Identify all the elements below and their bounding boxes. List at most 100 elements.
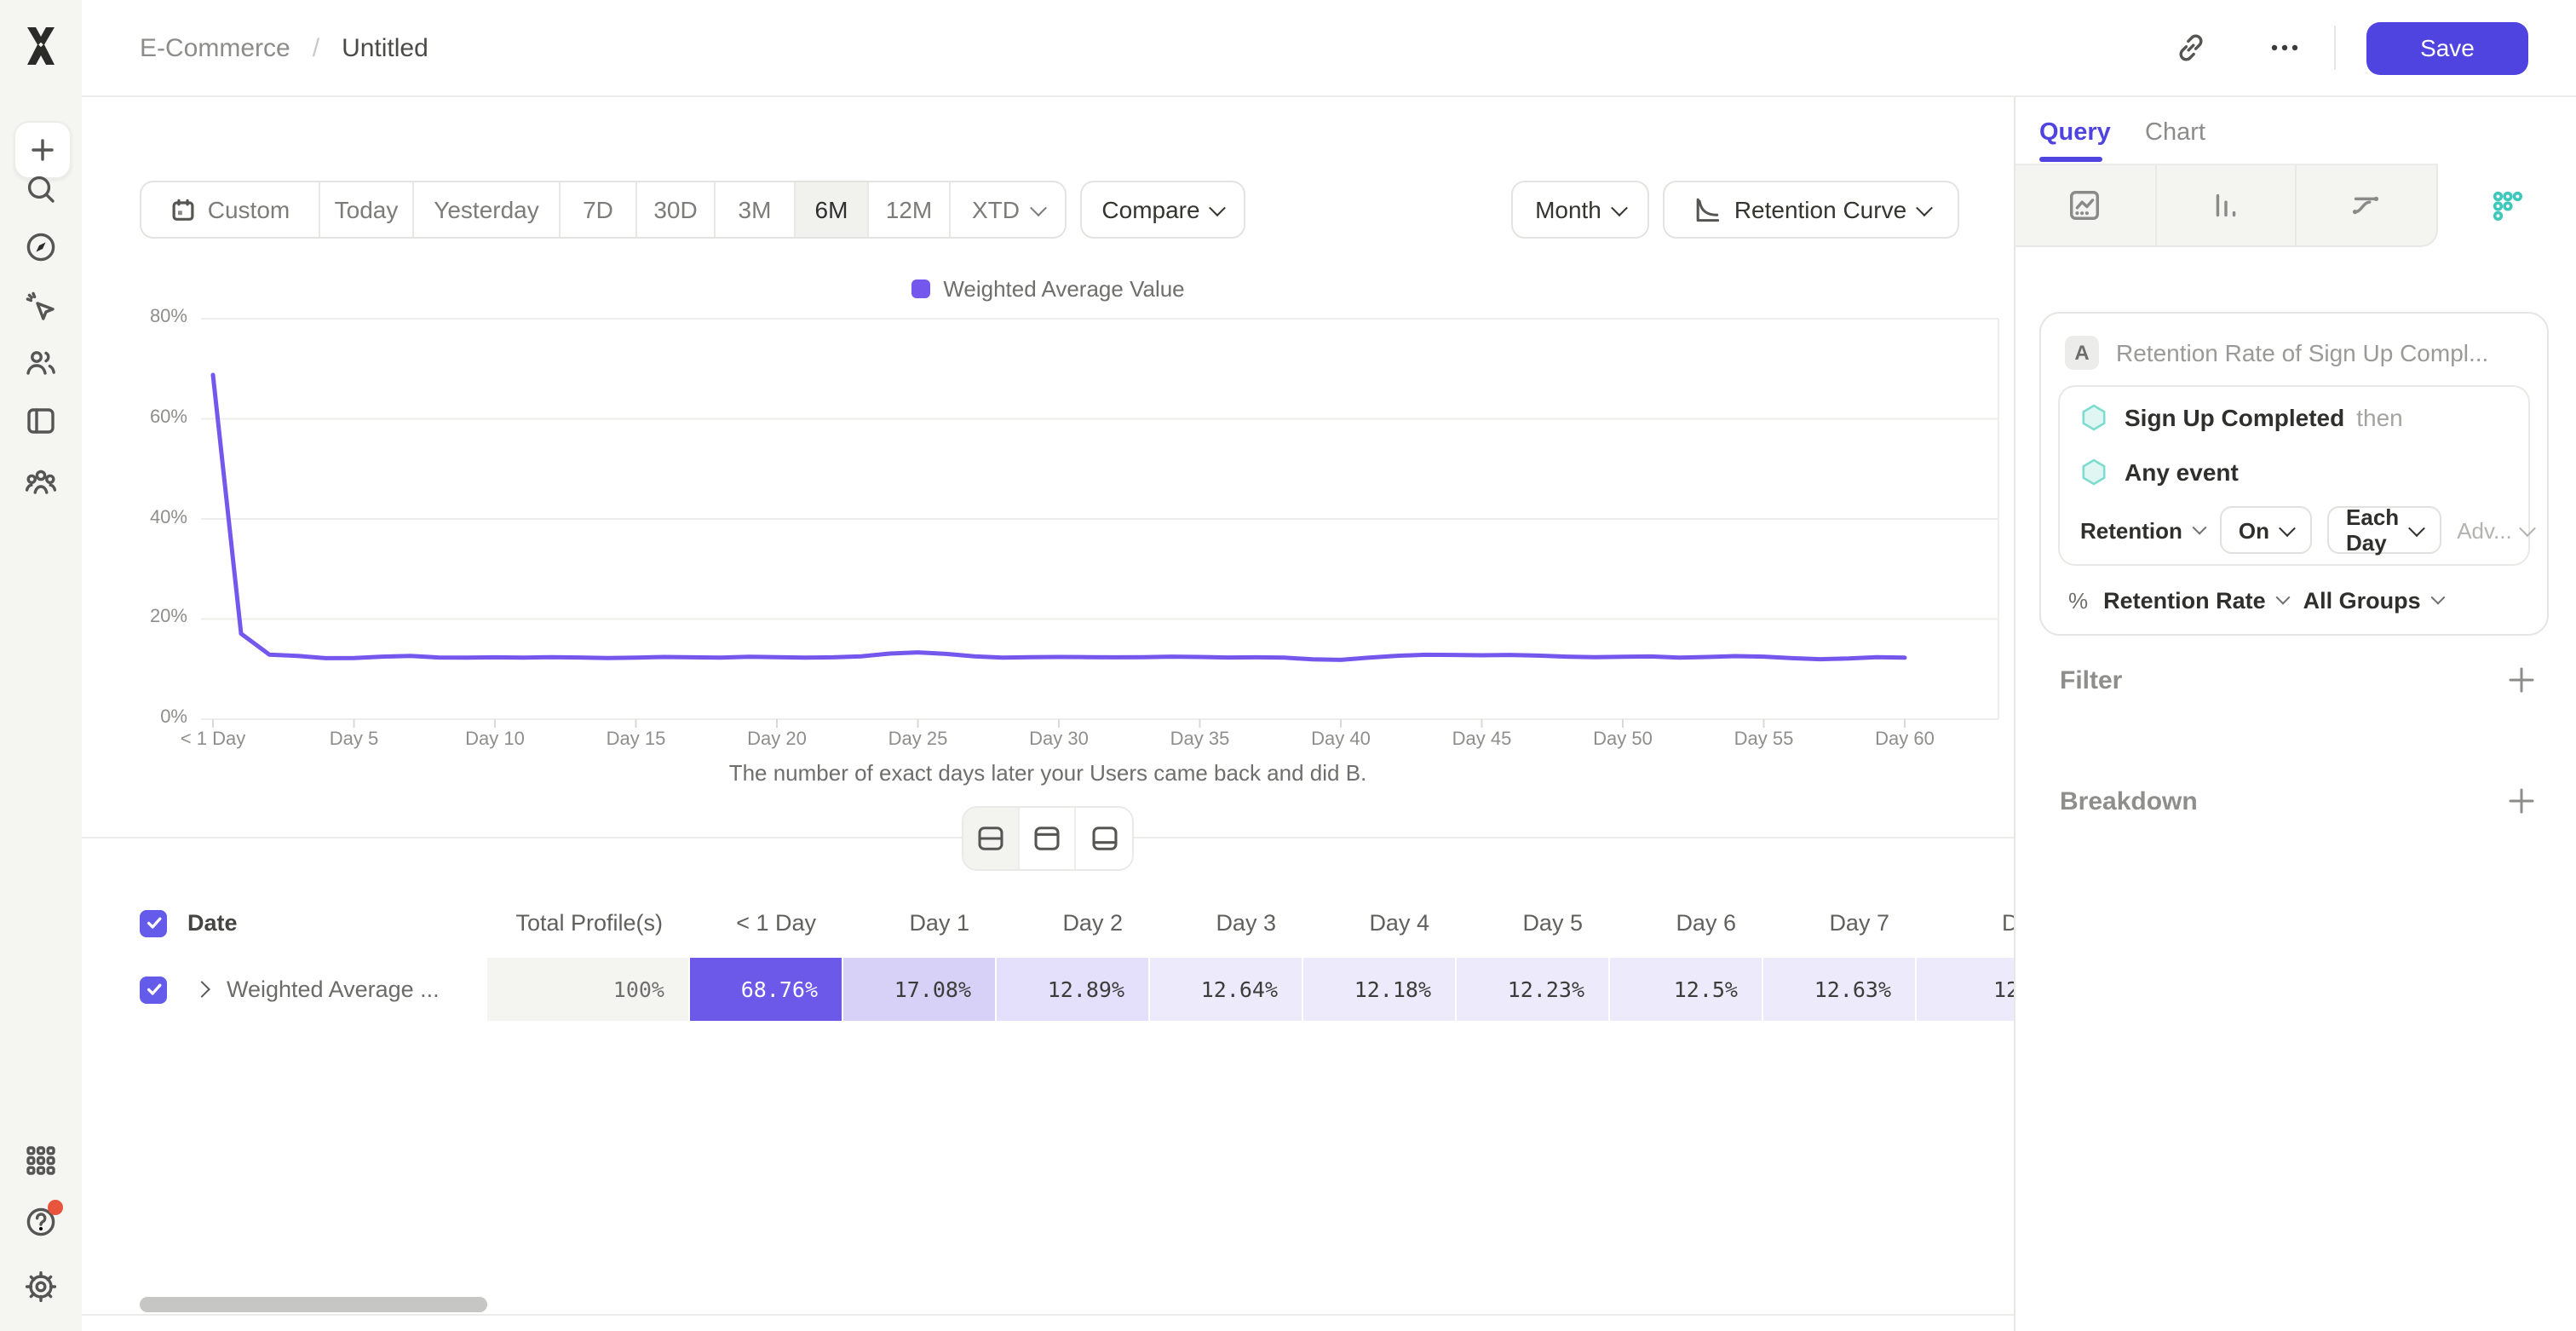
chart-only-view-toggle[interactable] [1020,808,1076,869]
range-3m-button[interactable]: 3M [716,182,796,237]
create-button[interactable] [14,121,72,179]
advanced-dropdown[interactable]: Adv... [2457,517,2534,543]
x-tick-label: Day 40 [1311,729,1371,750]
save-button[interactable]: Save [2366,21,2528,74]
column-header-date[interactable]: Date [187,888,238,958]
x-tick-label: Day 30 [1029,729,1089,750]
y-tick-label: 80% [112,307,187,327]
range-12m-button[interactable]: 12M [869,182,951,237]
breadcrumb: E-Commerce / Untitled [140,33,428,62]
query-step-card: A Retention Rate of Sign Up Compl... Sig… [2039,312,2549,636]
event-hexagon-icon [2080,404,2107,431]
x-tick-label: Day 25 [888,729,948,750]
chevron-down-icon [1029,199,1046,216]
tab-chart[interactable]: Chart [2145,119,2205,147]
app-window: E-Commerce / Untitled Save Custom Today [0,0,2576,1331]
row-label: Weighted Average ... [227,977,440,1002]
breadcrumb-separator: / [313,33,319,62]
apps-grid-icon[interactable] [24,1144,58,1178]
column-header[interactable]: Day 6 [1608,888,1760,958]
column-header[interactable]: Day 3 [1148,888,1300,958]
second-event-row[interactable]: Any event [2060,445,2528,499]
range-today-button[interactable]: Today [320,182,414,237]
copy-link-icon[interactable] [2172,29,2210,66]
column-header[interactable]: Day 5 [1455,888,1607,958]
tab-query[interactable]: Query [2039,119,2111,147]
x-tick-label: < 1 Day [181,729,245,750]
chart-type-dropdown[interactable]: Retention Curve [1663,181,1959,239]
table-only-view-toggle[interactable] [1076,808,1132,869]
boards-icon[interactable] [24,404,58,438]
each-day-dropdown[interactable]: Each Day [2327,506,2441,554]
column-header[interactable]: Day 4 [1302,888,1453,958]
y-tick-label: 40% [112,507,187,527]
retention-report-button-selected[interactable] [2437,164,2576,247]
table-cell: 12.23% [1457,958,1608,1021]
more-options-icon[interactable] [2266,29,2303,66]
cursor-click-icon[interactable] [24,290,58,324]
mixpanel-logo[interactable] [22,26,60,66]
breakdown-section: Breakdown [2060,781,2535,821]
measure-dropdown[interactable]: Retention Rate [2103,587,2288,613]
column-header[interactable]: Day 2 [995,888,1147,958]
x-tick-label: Day 35 [1170,729,1230,750]
settings-gear-icon[interactable] [24,1270,58,1304]
add-filter-button[interactable] [2508,666,2535,694]
table-header-row: Date Total Profile(s) < 1 Day Day 1 Day … [140,888,2014,958]
on-dropdown[interactable]: On [2220,506,2312,554]
compass-icon[interactable] [24,230,58,264]
breadcrumb-report-name[interactable]: Untitled [342,33,428,62]
table-cell: 17.08% [843,958,995,1021]
split-view-toggle[interactable] [963,808,1020,869]
funnels-report-button[interactable] [2156,164,2297,247]
range-custom-button[interactable]: Custom [141,182,320,237]
chevron-down-icon [2408,519,2425,536]
column-header[interactable]: Day 7 [1762,888,1913,958]
chart-plot-area [82,307,2014,733]
flows-report-button[interactable] [2297,164,2437,247]
search-icon[interactable] [24,172,58,206]
query-step-header[interactable]: A Retention Rate of Sign Up Compl... [2065,336,2523,370]
select-all-checkbox[interactable] [140,909,167,936]
column-header-clipped[interactable]: D [1915,888,2014,958]
table-cell: 12.89% [997,958,1148,1021]
column-header[interactable]: Day 1 [842,888,993,958]
granularity-dropdown[interactable]: Month [1511,181,1649,239]
report-type-row [2015,164,2576,247]
range-yesterday-button[interactable]: Yesterday [414,182,561,237]
chevron-down-icon [1210,199,1227,216]
retention-curve-icon [1692,194,1722,225]
range-label: Custom [208,196,290,223]
date-controls-row: Custom Today Yesterday 7D 30D 3M 6M 12M … [140,181,1959,239]
range-xtd-dropdown[interactable]: XTD [951,182,1065,237]
retention-type-dropdown[interactable]: Retention [2080,517,2205,543]
add-breakdown-button[interactable] [2508,787,2535,815]
range-7d-button[interactable]: 7D [561,182,637,237]
groups-dropdown[interactable]: All Groups [2303,587,2443,613]
top-bar: E-Commerce / Untitled Save [82,0,2576,97]
chart-legend-item[interactable]: Weighted Average Value [82,276,2014,302]
table-bottom-border [82,1314,2014,1316]
chevron-down-icon [2275,591,2290,605]
row-checkbox[interactable] [140,976,167,1003]
chevron-down-icon [1916,199,1933,216]
cohorts-icon[interactable] [24,465,58,499]
compare-dropdown[interactable]: Compare [1080,181,1245,239]
chart-controls: Month Retention Curve [1511,181,1959,239]
breadcrumb-project[interactable]: E-Commerce [140,33,290,62]
users-icon[interactable] [24,346,58,380]
first-event-row[interactable]: Sign Up Completed then [2060,390,2528,445]
chevron-down-icon [2279,519,2296,536]
insights-report-button[interactable] [2015,164,2156,247]
legend-swatch [911,279,929,298]
chevron-down-icon [1611,199,1628,216]
help-icon[interactable] [24,1205,58,1239]
column-header[interactable]: < 1 Day [688,888,840,958]
expand-row-chevron[interactable] [193,981,210,998]
range-6m-button-selected[interactable]: 6M [796,182,869,237]
column-header[interactable]: Total Profile(s) [486,888,687,958]
table-header-label-col: Date [140,888,486,958]
range-30d-button[interactable]: 30D [637,182,716,237]
retention-settings-row: Retention On Each Day Adv... [2060,499,2528,561]
horizontal-scrollbar-thumb[interactable] [140,1297,487,1312]
